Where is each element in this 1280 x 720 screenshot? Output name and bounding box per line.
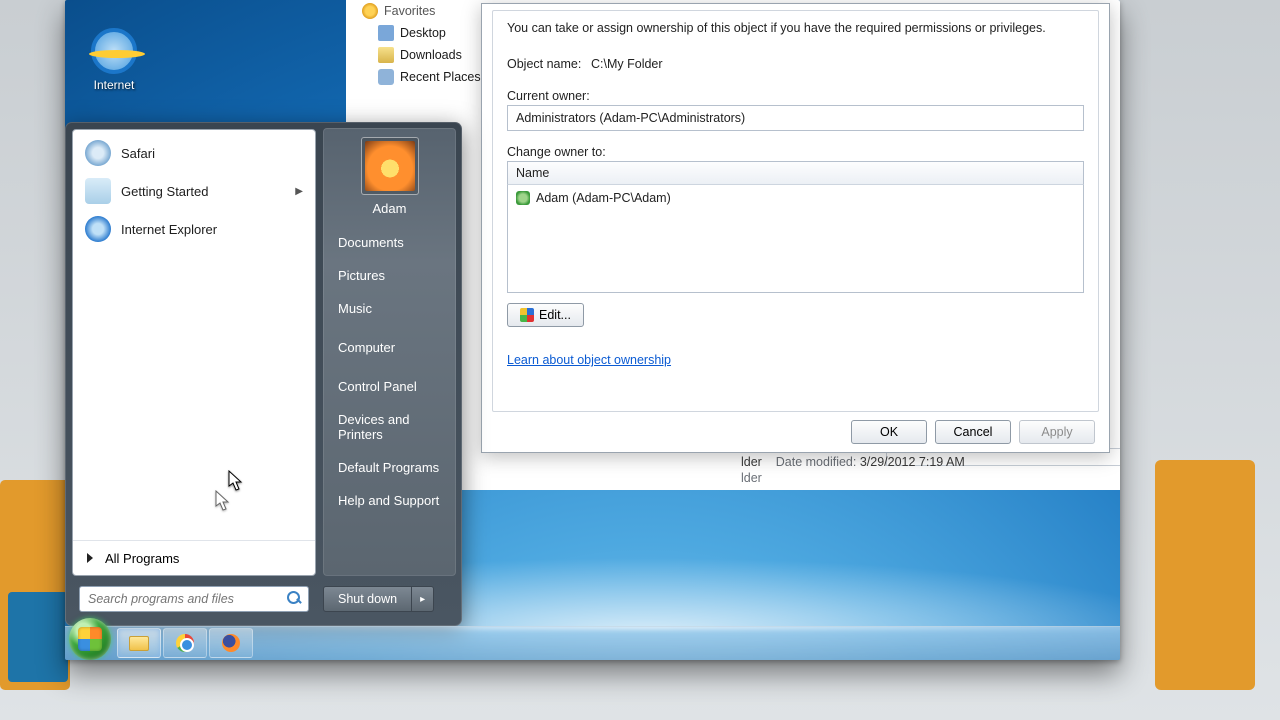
chevron-right-icon: ▶ xyxy=(295,186,303,197)
desktop: Internet Favorites Desktop Downloads Rec… xyxy=(65,0,1120,660)
explorer-details-bar: lder Date modified: 3/29/2012 7:19 AM ld… xyxy=(741,455,965,485)
shutdown-menu-button[interactable]: ▸ xyxy=(412,586,434,612)
taskbar xyxy=(65,626,1120,660)
getting-started-icon xyxy=(85,178,111,204)
search-input[interactable] xyxy=(79,586,309,612)
taskbar-firefox[interactable] xyxy=(209,628,253,658)
explorer-nav-tree: Favorites Desktop Downloads Recent Place… xyxy=(360,0,490,88)
folder-icon xyxy=(129,636,149,651)
ok-button[interactable]: OK xyxy=(851,420,927,444)
nav-favorites[interactable]: Favorites xyxy=(360,0,490,22)
owner-list-header[interactable]: Name xyxy=(507,161,1084,185)
owner-list-item[interactable]: Adam (Adam-PC\Adam) xyxy=(516,189,1075,207)
taskbar-explorer[interactable] xyxy=(117,628,161,658)
firefox-icon xyxy=(222,634,240,652)
start-link-pictures[interactable]: Pictures xyxy=(324,259,455,292)
shutdown-button[interactable]: Shut down xyxy=(323,586,412,612)
chrome-icon xyxy=(176,634,194,652)
search-icon xyxy=(287,591,303,607)
object-name-label: Object name: xyxy=(507,57,591,71)
apply-button: Apply xyxy=(1019,420,1095,444)
start-menu-right-panel: Adam Documents Pictures Music Computer C… xyxy=(323,128,456,576)
start-link-control-panel[interactable]: Control Panel xyxy=(324,370,455,403)
current-owner-label: Current owner: xyxy=(507,89,1084,103)
start-link-devices-printers[interactable]: Devices and Printers xyxy=(324,403,455,451)
learn-ownership-link[interactable]: Learn about object ownership xyxy=(507,353,671,367)
user-name-label[interactable]: Adam xyxy=(324,201,455,216)
downloads-icon xyxy=(378,47,394,63)
all-programs-button[interactable]: All Programs xyxy=(73,541,315,575)
start-link-default-programs[interactable]: Default Programs xyxy=(324,451,455,484)
nav-desktop[interactable]: Desktop xyxy=(360,22,490,44)
object-name-value: C:\My Folder xyxy=(591,57,663,71)
start-menu-item-safari[interactable]: Safari xyxy=(75,134,313,172)
dialog-intro-text: You can take or assign ownership of this… xyxy=(507,21,1084,35)
start-link-help-support[interactable]: Help and Support xyxy=(324,484,455,517)
recent-places-icon xyxy=(378,69,394,85)
triangle-right-icon xyxy=(87,553,93,563)
start-menu: Safari Getting Started ▶ Internet Explor… xyxy=(65,122,462,626)
edit-button[interactable]: Edit... xyxy=(507,303,584,327)
desktop-icon-internet[interactable]: Internet xyxy=(79,28,149,92)
safari-icon xyxy=(85,140,111,166)
desktop-icon xyxy=(378,25,394,41)
nav-recent-places[interactable]: Recent Places xyxy=(360,66,490,88)
current-owner-box: Administrators (Adam-PC\Administrators) xyxy=(507,105,1084,131)
taskbar-chrome[interactable] xyxy=(163,628,207,658)
user-avatar[interactable] xyxy=(361,137,419,195)
desktop-icon-label: Internet xyxy=(79,78,149,92)
cancel-button[interactable]: Cancel xyxy=(935,420,1011,444)
nav-downloads[interactable]: Downloads xyxy=(360,44,490,66)
start-menu-item-internet-explorer[interactable]: Internet Explorer xyxy=(75,210,313,248)
internet-explorer-icon xyxy=(91,28,137,74)
start-link-documents[interactable]: Documents xyxy=(324,226,455,259)
start-link-music[interactable]: Music xyxy=(324,292,455,325)
start-link-computer[interactable]: Computer xyxy=(324,331,455,364)
start-menu-item-getting-started[interactable]: Getting Started ▶ xyxy=(75,172,313,210)
start-menu-programs: Safari Getting Started ▶ Internet Explor… xyxy=(73,130,315,540)
uac-shield-icon xyxy=(520,308,534,322)
change-owner-label: Change owner to: xyxy=(507,145,1084,159)
user-icon xyxy=(516,191,530,205)
owner-list[interactable]: Adam (Adam-PC\Adam) xyxy=(507,185,1084,293)
ownership-dialog: You can take or assign ownership of this… xyxy=(481,3,1110,453)
star-icon xyxy=(362,3,378,19)
internet-explorer-icon xyxy=(85,216,111,242)
start-button[interactable] xyxy=(69,618,111,660)
